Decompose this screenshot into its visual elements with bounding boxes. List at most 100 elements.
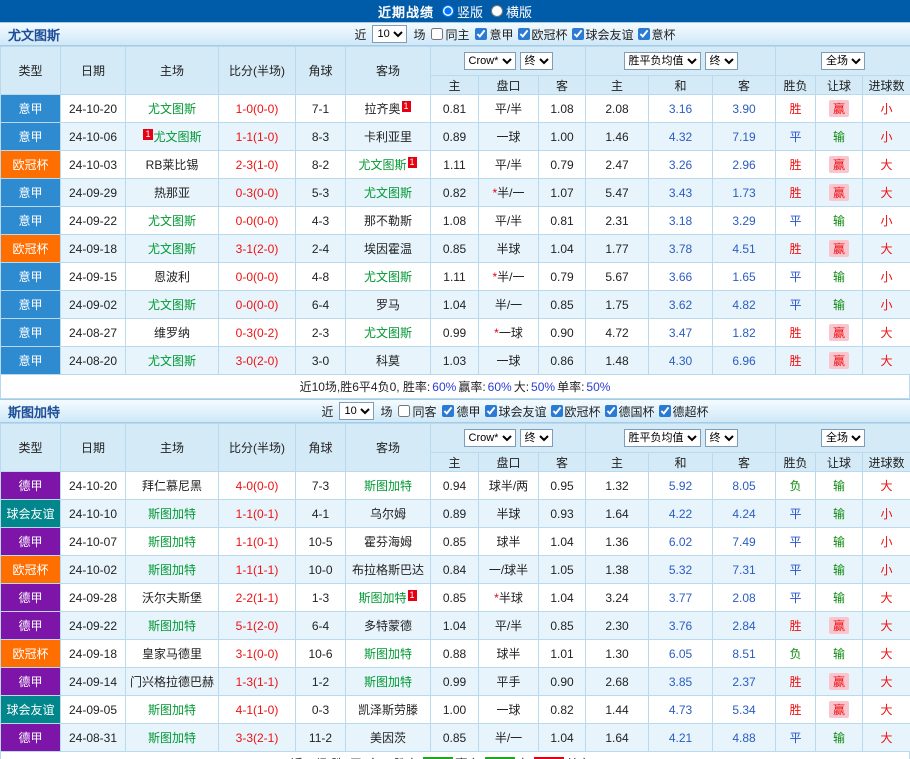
- score-cell[interactable]: 1-1(0-1): [219, 500, 296, 528]
- focus-team-link[interactable]: 斯图加特: [148, 703, 196, 717]
- league-filter[interactable]: 欧冠杯: [518, 26, 568, 43]
- opponent-team-link[interactable]: 科莫: [376, 354, 400, 368]
- opponent-team-link[interactable]: 恩波利: [154, 270, 190, 284]
- home-team-cell: 1尤文图斯: [126, 123, 219, 151]
- score-cell[interactable]: 1-3(1-1): [219, 668, 296, 696]
- league-filter[interactable]: 球会友谊: [572, 26, 634, 43]
- opponent-team-link[interactable]: 沃尔夫斯堡: [142, 591, 202, 605]
- focus-team-link[interactable]: 斯图加特: [148, 731, 196, 745]
- score-cell[interactable]: 4-1(1-0): [219, 696, 296, 724]
- league-filter[interactable]: 德国杯: [605, 403, 655, 420]
- league-checkbox[interactable]: [475, 28, 487, 40]
- focus-team-link[interactable]: 斯图加特: [148, 563, 196, 577]
- opponent-team-link[interactable]: 拉齐奥: [364, 102, 400, 116]
- same-venue-filter[interactable]: 同客: [398, 403, 436, 420]
- avg-source-select[interactable]: 胜平负均值: [624, 429, 701, 447]
- focus-team-link[interactable]: 尤文图斯: [148, 242, 196, 256]
- score-cell[interactable]: 3-1(0-0): [219, 640, 296, 668]
- league-checkbox[interactable]: [551, 405, 563, 417]
- focus-team-link[interactable]: 斯图加特: [364, 675, 412, 689]
- layout-vertical-option[interactable]: 竖版: [442, 2, 483, 21]
- score-cell[interactable]: 3-1(2-0): [219, 235, 296, 263]
- league-checkbox[interactable]: [442, 405, 454, 417]
- focus-team-link[interactable]: 斯图加特: [364, 647, 412, 661]
- focus-team-link[interactable]: 尤文图斯: [148, 102, 196, 116]
- focus-team-link[interactable]: 斯图加特: [148, 507, 196, 521]
- score-cell[interactable]: 1-1(1-1): [219, 556, 296, 584]
- league-checkbox[interactable]: [518, 28, 530, 40]
- score-cell[interactable]: 2-2(1-1): [219, 584, 296, 612]
- score-cell[interactable]: 0-3(0-0): [219, 179, 296, 207]
- match-count-select[interactable]: 10: [372, 25, 407, 43]
- opponent-team-link[interactable]: 门兴格拉德巴赫: [130, 675, 214, 689]
- odds-final-select[interactable]: 终: [520, 429, 553, 447]
- focus-team-link[interactable]: 尤文图斯: [364, 270, 412, 284]
- focus-team-link[interactable]: 斯图加特: [358, 591, 406, 605]
- league-checkbox[interactable]: [638, 28, 650, 40]
- score-cell[interactable]: 3-0(2-0): [219, 347, 296, 375]
- focus-team-link[interactable]: 斯图加特: [148, 535, 196, 549]
- opponent-team-link[interactable]: 乌尔姆: [370, 507, 406, 521]
- opponent-team-link[interactable]: 热那亚: [154, 186, 190, 200]
- opponent-team-link[interactable]: 卡利亚里: [364, 130, 412, 144]
- horizontal-radio[interactable]: [491, 5, 503, 17]
- focus-team-link[interactable]: 尤文图斯: [358, 158, 406, 172]
- score-cell[interactable]: 1-1(0-1): [219, 528, 296, 556]
- opponent-team-link[interactable]: 多特蒙德: [364, 619, 412, 633]
- score-cell[interactable]: 1-1(1-0): [219, 123, 296, 151]
- score-cell[interactable]: 5-1(2-0): [219, 612, 296, 640]
- layout-horizontal-option[interactable]: 横版: [491, 2, 532, 21]
- same-venue-checkbox[interactable]: [398, 405, 410, 417]
- focus-team-link[interactable]: 尤文图斯: [148, 214, 196, 228]
- league-checkbox[interactable]: [485, 405, 497, 417]
- focus-team-link[interactable]: 尤文图斯: [148, 354, 196, 368]
- odds-source-select[interactable]: Crow*: [464, 52, 516, 70]
- score-cell[interactable]: 0-0(0-0): [219, 263, 296, 291]
- focus-team-link[interactable]: 尤文图斯: [154, 130, 202, 144]
- match-count-select[interactable]: 10: [339, 402, 374, 420]
- score-cell[interactable]: 0-3(0-2): [219, 319, 296, 347]
- opponent-team-link[interactable]: 维罗纳: [154, 326, 190, 340]
- opponent-team-link[interactable]: RB莱比锡: [146, 158, 199, 172]
- league-filter[interactable]: 德超杯: [659, 403, 709, 420]
- league-filter[interactable]: 意杯: [638, 26, 676, 43]
- opponent-team-link[interactable]: 皇家马德里: [142, 647, 202, 661]
- score-cell[interactable]: 3-3(2-1): [219, 724, 296, 752]
- scope-select[interactable]: 全场: [821, 429, 865, 447]
- same-venue-checkbox[interactable]: [431, 28, 443, 40]
- focus-team-link[interactable]: 尤文图斯: [148, 298, 196, 312]
- score-cell[interactable]: 0-0(0-0): [219, 207, 296, 235]
- league-filter[interactable]: 意甲: [475, 26, 513, 43]
- same-venue-filter[interactable]: 同主: [431, 26, 469, 43]
- league-filter[interactable]: 德甲: [442, 403, 480, 420]
- avg-final-select[interactable]: 终: [705, 52, 738, 70]
- league-filter[interactable]: 球会友谊: [485, 403, 547, 420]
- opponent-team-link[interactable]: 布拉格斯巴达: [352, 563, 424, 577]
- avg-source-select[interactable]: 胜平负均值: [624, 52, 701, 70]
- odds-final-select[interactable]: 终: [520, 52, 553, 70]
- scope-select[interactable]: 全场: [821, 52, 865, 70]
- league-checkbox[interactable]: [605, 405, 617, 417]
- opponent-team-link[interactable]: 拜仁慕尼黑: [142, 479, 202, 493]
- score-cell[interactable]: 4-0(0-0): [219, 472, 296, 500]
- avg-final-select[interactable]: 终: [705, 429, 738, 447]
- league-checkbox[interactable]: [572, 28, 584, 40]
- opponent-team-link[interactable]: 那不勒斯: [364, 214, 412, 228]
- score-cell[interactable]: 0-0(0-0): [219, 291, 296, 319]
- score-cell[interactable]: 2-3(1-0): [219, 151, 296, 179]
- opponent-team-link[interactable]: 埃因霍温: [364, 242, 412, 256]
- odds-source-select[interactable]: Crow*: [464, 429, 516, 447]
- opponent-team-link[interactable]: 罗马: [376, 298, 400, 312]
- focus-team-link[interactable]: 斯图加特: [148, 619, 196, 633]
- focus-team-link[interactable]: 斯图加特: [364, 479, 412, 493]
- vertical-radio[interactable]: [442, 5, 454, 17]
- opponent-team-link[interactable]: 凯泽斯劳滕: [358, 703, 418, 717]
- sub-away-odds: 客: [539, 453, 586, 472]
- score-cell[interactable]: 1-0(0-0): [219, 95, 296, 123]
- league-checkbox[interactable]: [659, 405, 671, 417]
- opponent-team-link[interactable]: 美因茨: [370, 731, 406, 745]
- league-filter[interactable]: 欧冠杯: [551, 403, 601, 420]
- focus-team-link[interactable]: 尤文图斯: [364, 186, 412, 200]
- focus-team-link[interactable]: 尤文图斯: [364, 326, 412, 340]
- opponent-team-link[interactable]: 霍芬海姆: [364, 535, 412, 549]
